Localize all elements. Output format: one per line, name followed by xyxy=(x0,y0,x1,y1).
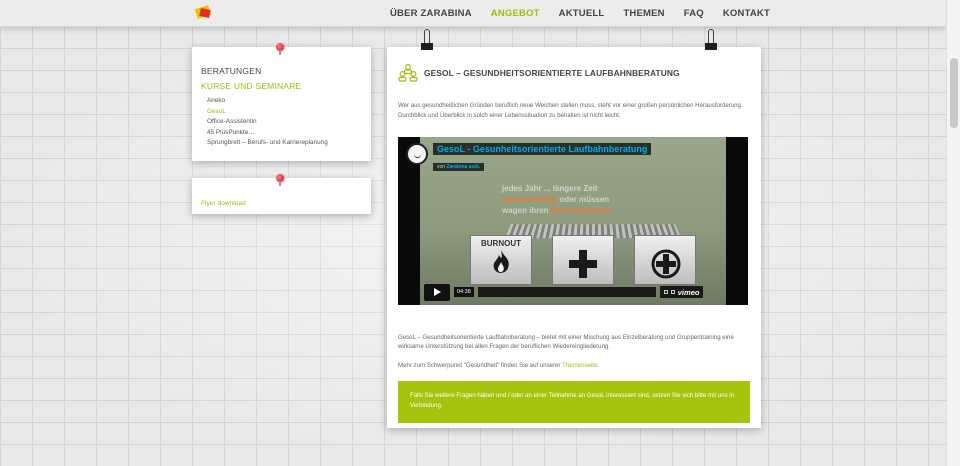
flame-icon xyxy=(493,249,509,273)
more-info-text: Mehr zum Schwerpunkt "Gesundheit" finden… xyxy=(398,362,600,370)
main-title-row: GESOL – GESUNDHEITSORIENTIERTE LAUFBAHNB… xyxy=(398,47,750,97)
video-duration: 04:38 xyxy=(454,287,474,298)
main-content-card: GESOL – GESUNDHEITSORIENTIERTE LAUFBAHNB… xyxy=(387,29,761,428)
nav-item-themen[interactable]: THEMEN xyxy=(623,8,664,19)
contact-callout-box[interactable]: Falls Sie weitere Fragen haben und / ode… xyxy=(398,381,750,424)
pushpin-icon xyxy=(276,43,284,55)
video-overlay-text: jedes Jahr ... längere Zeit arbeitsunfäh… xyxy=(502,183,611,215)
video-author: von Zarabina asbl. xyxy=(433,162,485,171)
burnout-label: BURNOUT xyxy=(481,238,521,248)
page-title: GESOL – GESUNDHEITSORIENTIERTE LAUFBAHNB… xyxy=(424,68,680,78)
channel-avatar[interactable] xyxy=(406,142,428,165)
plus-box xyxy=(552,234,614,285)
vimeo-logo[interactable]: vimeo xyxy=(678,288,700,297)
top-navigation-bar: ÜBER ZARABINA ANGEBOT AKTUELL THEMEN FAQ… xyxy=(0,0,946,27)
themenseite-link[interactable]: Themenseite xyxy=(562,362,597,369)
video-controls: 04:38 vimeo xyxy=(424,283,704,301)
fullscreen-icon[interactable] xyxy=(670,290,675,295)
sidebar-item-office-assistentin[interactable]: Office-Assistentin xyxy=(207,117,362,128)
circle-plus-box xyxy=(634,234,696,285)
play-button[interactable] xyxy=(424,283,450,301)
pushpin-icon xyxy=(276,174,284,186)
sidebar-heading-beratungen[interactable]: BERATUNGEN xyxy=(201,66,362,76)
nav-item-aktuell[interactable]: AKTUELL xyxy=(559,8,605,19)
video-player[interactable]: jedes Jahr ... längere Zeit arbeitsunfäh… xyxy=(398,136,748,305)
intro-paragraph: Wer aus gesundheitlichen Gründen berufli… xyxy=(398,102,743,119)
description-paragraph: GesoL – Gesundheitsorientierte Laufbahnb… xyxy=(398,333,734,351)
binder-clip-icon xyxy=(705,29,717,55)
burnout-box: BURNOUT xyxy=(470,234,532,285)
flyer-card: Flyer download xyxy=(192,174,371,214)
binder-clip-icon xyxy=(421,29,433,55)
video-author-link[interactable]: Zarabina asbl. xyxy=(446,164,480,170)
sidebar-list: Aneko GesoL Office-Assistentin 45 PlusPu… xyxy=(201,96,362,149)
page-scrollbar[interactable] xyxy=(946,0,960,466)
sidebar-item-45-pluspunkte[interactable]: 45 PlusPunkte… xyxy=(207,128,362,139)
nav-item-faq[interactable]: FAQ xyxy=(684,8,704,19)
circle-plus-icon xyxy=(651,249,681,279)
nav-item-kontakt[interactable]: KONTAKT xyxy=(723,8,770,19)
sidebar-item-gesol[interactable]: GesoL xyxy=(207,107,362,118)
hd-icon[interactable] xyxy=(663,290,668,295)
sidebar-item-sprungbrett[interactable]: Sprungbrett – Berufs- und Karriereplanun… xyxy=(207,138,362,149)
video-title[interactable]: GesoL - Gesunheitsorientierte Laufbahnbe… xyxy=(433,142,652,155)
flyer-download-link[interactable]: Flyer download xyxy=(201,200,246,207)
main-nav: ÜBER ZARABINA ANGEBOT AKTUELL THEMEN FAQ… xyxy=(390,0,770,27)
scrollbar-thumb[interactable] xyxy=(950,58,958,128)
video-control-icons: vimeo xyxy=(659,286,704,299)
people-group-icon xyxy=(398,64,418,82)
nav-item-ueber-zarabina[interactable]: ÜBER ZARABINA xyxy=(390,8,472,19)
sidebar-heading-kurse[interactable]: KURSE UND SEMINARE xyxy=(201,81,362,91)
sidebar-menu-card: BERATUNGEN KURSE UND SEMINARE Aneko Geso… xyxy=(192,43,371,161)
zarabina-logo[interactable] xyxy=(194,4,214,20)
video-progress-bar[interactable] xyxy=(477,287,656,298)
sidebar-item-aneko[interactable]: Aneko xyxy=(207,96,362,107)
plus-icon xyxy=(569,249,597,278)
play-icon xyxy=(433,288,441,297)
video-header: GesoL - Gesunheitsorientierte Laufbahnbe… xyxy=(406,142,652,173)
nav-item-angebot[interactable]: ANGEBOT xyxy=(491,8,540,19)
